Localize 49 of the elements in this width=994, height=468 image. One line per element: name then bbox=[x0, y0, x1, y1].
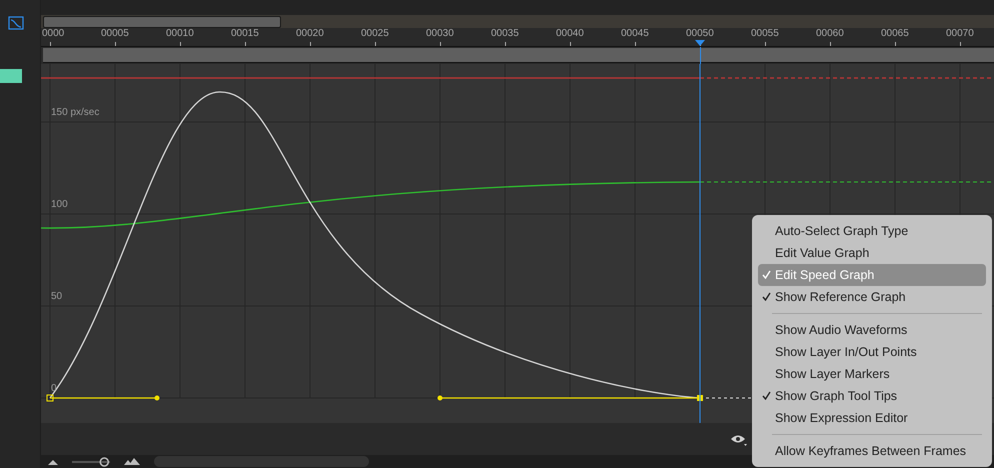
menu-item-label: Auto-Select Graph Type bbox=[775, 224, 908, 238]
ruler-label: 00010 bbox=[166, 28, 194, 39]
eye-icon[interactable] bbox=[730, 435, 748, 446]
ruler-label: 00050 bbox=[686, 28, 714, 39]
menu-item[interactable]: Show Graph Tool Tips bbox=[758, 385, 986, 407]
menu-item[interactable]: Show Reference Graph bbox=[758, 286, 986, 308]
menu-item-label: Allow Keyframes Between Frames bbox=[775, 444, 966, 458]
ruler-label: 00015 bbox=[231, 28, 259, 39]
menu-item[interactable]: Show Layer In/Out Points bbox=[758, 341, 986, 363]
menu-item[interactable]: Allow Keyframes Between Frames bbox=[758, 440, 986, 462]
bezier-handle[interactable] bbox=[438, 396, 700, 400]
ruler-label: 00065 bbox=[881, 28, 909, 39]
menu-item[interactable]: Show Expression Editor bbox=[758, 407, 986, 429]
keyframe-marker[interactable] bbox=[46, 394, 54, 402]
ruler-label: 00060 bbox=[816, 28, 844, 39]
zoom-out-icon[interactable] bbox=[48, 458, 58, 464]
axis-label: 100 bbox=[51, 199, 68, 210]
axis-label: 150 px/sec bbox=[51, 107, 100, 118]
ruler-label: 00055 bbox=[751, 28, 779, 39]
zoom-in-icon[interactable] bbox=[124, 458, 140, 465]
menu-item-label: Show Layer Markers bbox=[775, 367, 890, 381]
slider-thumb[interactable] bbox=[100, 456, 110, 466]
graph-editor-icon[interactable] bbox=[8, 15, 24, 31]
menu-item-label: Show Layer In/Out Points bbox=[775, 345, 917, 359]
ruler-label: 00020 bbox=[296, 28, 324, 39]
layer-color-label bbox=[0, 69, 22, 83]
ruler-label: 00025 bbox=[361, 28, 389, 39]
ruler-label: 00005 bbox=[101, 28, 129, 39]
menu-item[interactable]: Show Audio Waveforms bbox=[758, 319, 986, 341]
menu-item[interactable]: Edit Value Graph bbox=[758, 242, 986, 264]
ruler-label: 00045 bbox=[621, 28, 649, 39]
menu-item-label: Show Audio Waveforms bbox=[775, 323, 908, 337]
ruler-label: 0000 bbox=[42, 28, 64, 39]
menu-item-label: Edit Speed Graph bbox=[775, 268, 874, 282]
ruler-label: 00040 bbox=[556, 28, 584, 39]
menu-item[interactable]: Show Layer Markers bbox=[758, 363, 986, 385]
menu-item-label: Show Reference Graph bbox=[775, 290, 906, 304]
axis-label: 0 bbox=[51, 383, 57, 394]
ruler-label: 00070 bbox=[946, 28, 974, 39]
navigator-bar[interactable] bbox=[43, 16, 281, 28]
ruler-label: 00035 bbox=[491, 28, 519, 39]
menu-item-label: Edit Value Graph bbox=[775, 246, 870, 260]
bezier-handle[interactable] bbox=[50, 396, 160, 400]
menu-item-label: Show Graph Tool Tips bbox=[775, 389, 898, 403]
ruler-label: 00030 bbox=[426, 28, 454, 39]
menu-item-label: Show Expression Editor bbox=[775, 411, 908, 425]
work-area-bar[interactable] bbox=[43, 48, 994, 63]
menu-item[interactable]: Auto-Select Graph Type bbox=[758, 220, 986, 242]
axis-label: 50 bbox=[51, 291, 62, 302]
